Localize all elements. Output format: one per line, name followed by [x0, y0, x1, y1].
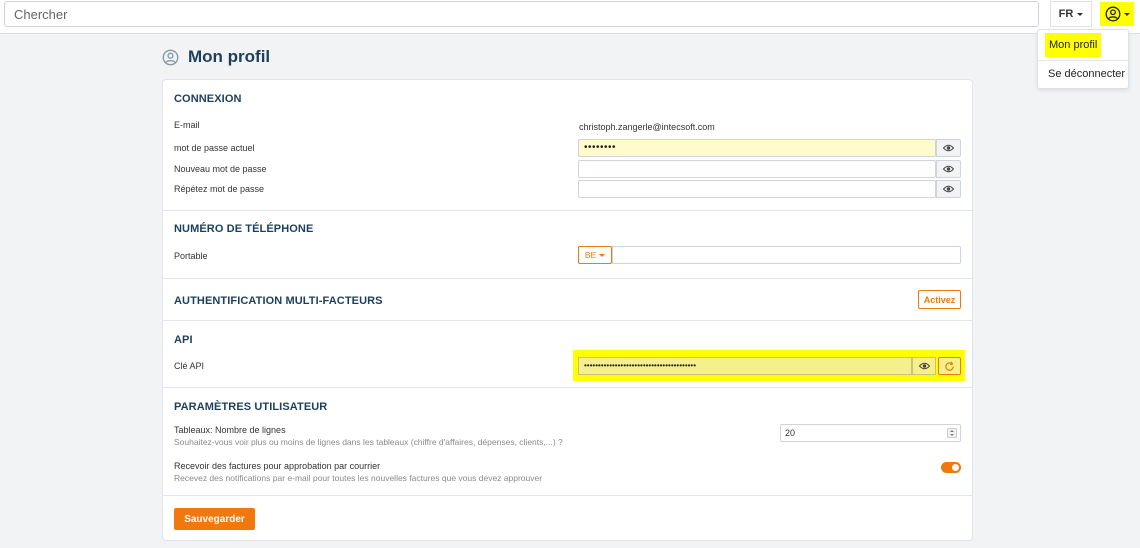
show-api-key-button[interactable]	[912, 357, 936, 375]
rows-count-input[interactable]: 20	[780, 424, 961, 442]
section-title-phone: NUMÉRO DE TÉLÉPHONE	[174, 223, 314, 235]
page-header: Mon profil	[162, 47, 270, 67]
eye-icon	[943, 144, 954, 152]
section-title-user-settings: PARAMÈTRES UTILISATEUR	[174, 401, 328, 413]
refresh-icon	[945, 360, 954, 371]
section-divider	[163, 210, 972, 211]
current-password-label: mot de passe actuel	[174, 143, 255, 153]
language-label: FR	[1058, 8, 1074, 20]
mobile-label: Portable	[174, 251, 208, 261]
section-title-api: API	[174, 334, 193, 346]
show-repeat-password-button[interactable]	[936, 180, 961, 198]
invoice-setting-label: Recevoir des factures pour approbation p…	[174, 461, 381, 471]
profile-card: CONNEXION E-mail christoph.zangerle@inte…	[162, 79, 973, 541]
page-title: Mon profil	[188, 47, 271, 66]
rows-setting-help: Souhaitez-vous voir plus ou moins de lig…	[174, 437, 563, 447]
user-dropdown-menu: Mon profil Se déconnecter	[1037, 29, 1129, 89]
show-current-password-button[interactable]	[936, 139, 961, 157]
current-password-field[interactable]: ••••••••	[578, 139, 936, 157]
menu-divider	[1038, 60, 1128, 61]
eye-icon	[943, 165, 954, 173]
eye-icon	[918, 362, 930, 370]
user-circle-icon	[1105, 6, 1120, 22]
rows-setting-label: Tableaux: Nombre de lignes	[174, 425, 286, 435]
section-divider	[163, 495, 972, 496]
section-divider	[163, 320, 972, 321]
repeat-password-label: Répétez mot de passe	[174, 184, 265, 194]
language-selector[interactable]: FR	[1050, 1, 1092, 27]
repeat-password-field[interactable]	[578, 180, 936, 198]
email-value: christoph.zangerle@intecsoft.com	[579, 122, 715, 132]
search-input[interactable]	[4, 1, 1039, 27]
number-spinner[interactable]	[947, 428, 957, 438]
invoice-email-toggle[interactable]	[941, 462, 961, 473]
api-key-mask: ••••••••••••••••••••••••••••••••••••••••	[584, 361, 697, 370]
section-divider	[163, 387, 972, 388]
rows-count-value: 20	[785, 428, 796, 438]
chevron-down-icon	[1077, 12, 1084, 16]
email-label: E-mail	[174, 120, 200, 130]
section-title-connexion: CONNEXION	[174, 93, 242, 105]
new-password-label: Nouveau mot de passe	[174, 164, 267, 174]
section-divider	[163, 278, 972, 279]
country-code-label: BE	[584, 250, 597, 260]
menu-item-my-profile[interactable]: Mon profil	[1045, 33, 1102, 57]
password-mask: ••••••••	[584, 142, 617, 153]
country-code-selector[interactable]: BE	[578, 246, 612, 264]
regenerate-api-key-button[interactable]	[938, 357, 961, 375]
api-key-field[interactable]: ••••••••••••••••••••••••••••••••••••••••	[578, 357, 912, 375]
menu-item-logout[interactable]: Se déconnecter	[1048, 68, 1125, 80]
top-bar: FR	[0, 0, 1140, 34]
show-new-password-button[interactable]	[936, 160, 961, 178]
invoice-setting-help: Recevez des notifications par e-mail pou…	[174, 473, 543, 483]
activate-mfa-button[interactable]: Activez	[918, 290, 961, 309]
chevron-down-icon	[599, 253, 606, 257]
mobile-number-field[interactable]	[612, 246, 961, 264]
user-menu-button[interactable]	[1100, 2, 1134, 26]
section-title-mfa: AUTHENTIFICATION MULTI-FACTEURS	[174, 295, 383, 307]
save-button[interactable]: Sauvegarder	[174, 508, 255, 530]
user-circle-icon	[162, 49, 179, 65]
api-key-label: Clé API	[174, 361, 205, 371]
eye-icon	[943, 185, 954, 193]
chevron-down-icon	[1123, 12, 1130, 16]
new-password-field[interactable]	[578, 160, 936, 178]
